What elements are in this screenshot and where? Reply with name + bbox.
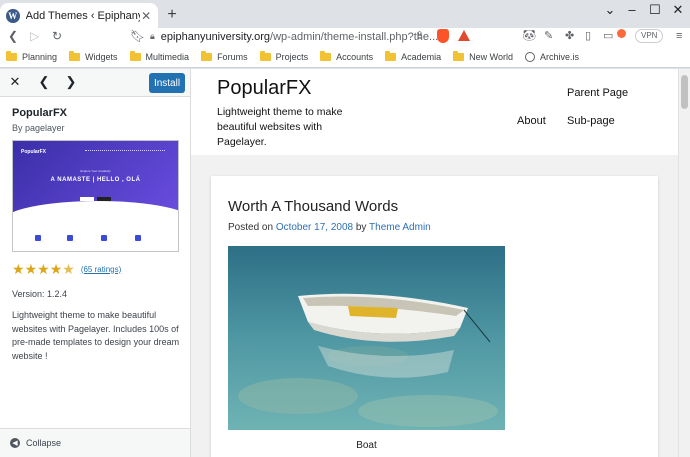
- boat-image: [228, 246, 505, 430]
- folder-icon: [129, 50, 141, 61]
- screenshot-nav: [85, 150, 165, 152]
- folder-icon: [69, 50, 81, 61]
- minimize-icon[interactable]: –: [622, 2, 642, 17]
- browser-toolbar: ❮ ▷ ↻ 🔖︎ 🔒︎ epiphanyuniversity.org/wp-ad…: [0, 28, 690, 46]
- menu-icon[interactable]: ≡: [676, 29, 682, 43]
- post-date-link[interactable]: October 17, 2008: [276, 222, 353, 233]
- feature-icon: [67, 235, 73, 241]
- theme-version: Version: 1.2.4: [12, 289, 68, 299]
- theme-author: By pagelayer: [12, 123, 65, 133]
- next-theme-icon[interactable]: ❯: [64, 75, 78, 89]
- tab-strip: W Add Themes ‹ Epiphany University ✕ + ⌄…: [0, 0, 690, 28]
- bookmark-planning[interactable]: Planning: [6, 50, 57, 62]
- folder-icon: [453, 50, 465, 61]
- reload-icon[interactable]: ↻: [52, 28, 62, 44]
- globe-icon: [525, 51, 536, 62]
- post-author-link[interactable]: Theme Admin: [369, 222, 431, 233]
- previous-theme-icon[interactable]: ❮: [37, 75, 51, 89]
- bookmarks-bar: Planning Widgets Multimedia Forums Proje…: [0, 46, 690, 68]
- bookmark-forums[interactable]: Forums: [201, 50, 248, 62]
- url-text: epiphanyuniversity.org/wp-admin/theme-in…: [160, 30, 439, 43]
- bookmark-archive-is[interactable]: Archive.is: [525, 51, 579, 62]
- collapse-label: Collapse: [26, 438, 62, 448]
- address-bar[interactable]: 🔒︎ epiphanyuniversity.org/wp-admin/theme…: [150, 28, 480, 45]
- bookmark-accounts[interactable]: Accounts: [320, 50, 373, 62]
- screenshot-headline: A NAMASTE | HELLO , OLÁ: [50, 177, 141, 183]
- bookmark-multimedia[interactable]: Multimedia: [129, 50, 189, 62]
- feature-icon: [35, 235, 41, 241]
- maximize-icon[interactable]: ☐: [645, 2, 665, 18]
- bookmark-new-world[interactable]: New World: [453, 50, 513, 62]
- bookmark-widgets[interactable]: Widgets: [69, 50, 118, 62]
- bookmark-projects[interactable]: Projects: [259, 50, 308, 62]
- feature-icon: [135, 235, 141, 241]
- feature-icon: [101, 235, 107, 241]
- panda-extension-icon[interactable]: 🐼︎: [522, 29, 536, 43]
- bookmark-icon[interactable]: 🔖︎: [130, 28, 145, 44]
- half-star-icon: ★: [62, 261, 75, 277]
- site-tagline: Lightweight theme to make beautiful webs…: [217, 106, 343, 148]
- theme-name: PopularFX: [12, 107, 68, 119]
- site-title[interactable]: PopularFX: [217, 77, 312, 100]
- tab-close-icon[interactable]: ✕: [140, 9, 152, 23]
- sidebar-toggle-icon[interactable]: ▯: [585, 29, 591, 43]
- theme-sidebar: ✕ ❮ ❯ Install PopularFX By pagelayer Pop…: [0, 69, 191, 457]
- screenshot-kicker: Explore Your Creativity: [80, 169, 111, 173]
- star-icon: ★: [12, 261, 25, 277]
- screenshot-logo: PopularFX: [21, 149, 47, 155]
- browser-tab[interactable]: W Add Themes ‹ Epiphany University ✕: [0, 3, 158, 28]
- puzzle-icon[interactable]: ✤: [565, 29, 574, 43]
- menu-item-parent-page[interactable]: Parent Page: [567, 87, 628, 99]
- bookmark-academia[interactable]: Academia: [385, 50, 441, 62]
- window-close-icon[interactable]: ✕: [668, 2, 688, 18]
- ratings-link[interactable]: (65 ratings): [81, 265, 121, 274]
- brave-shields-icon[interactable]: [437, 29, 449, 43]
- collapse-button[interactable]: ◀ Collapse: [0, 428, 190, 457]
- boat-illustration: [228, 246, 505, 430]
- screenshot-button: [97, 197, 111, 201]
- tab-title: Add Themes ‹ Epiphany University: [25, 9, 141, 22]
- folder-icon: [259, 50, 271, 61]
- brave-rewards-icon[interactable]: [458, 30, 470, 41]
- post-meta: Posted on October 17, 2008 by Theme Admi…: [228, 222, 431, 233]
- post-title[interactable]: Worth A Thousand Words: [228, 198, 398, 215]
- preview-scrollbar[interactable]: [678, 69, 690, 457]
- site-header: PopularFX Lightweight theme to make beau…: [191, 69, 678, 155]
- star-icon: ★: [37, 261, 50, 277]
- star-rating: ★ ★ ★ ★ ★ (65 ratings): [12, 262, 121, 276]
- wordpress-icon: W: [6, 8, 20, 23]
- post-card: Worth A Thousand Words Posted on October…: [211, 176, 658, 457]
- scrollbar-thumb[interactable]: [681, 75, 688, 109]
- folder-icon: [201, 50, 213, 61]
- new-tab-icon[interactable]: +: [164, 6, 180, 24]
- image-caption: Boat: [356, 440, 377, 451]
- extension-icon[interactable]: ✎: [544, 29, 553, 43]
- menu-item-sub-page[interactable]: Sub-page: [567, 115, 615, 127]
- theme-screenshot: PopularFX Explore Your Creativity A NAMA…: [12, 140, 179, 252]
- theme-preview[interactable]: PopularFX Lightweight theme to make beau…: [191, 69, 690, 457]
- install-button[interactable]: Install: [149, 73, 185, 93]
- notification-badge: [617, 29, 626, 38]
- folder-icon: [320, 50, 332, 61]
- folder-icon: [6, 50, 17, 61]
- collapse-icon: ◀: [10, 438, 20, 448]
- lock-icon: 🔒︎: [150, 31, 155, 41]
- back-icon[interactable]: ❮: [8, 28, 18, 44]
- close-icon[interactable]: ✕: [8, 75, 22, 89]
- forward-icon[interactable]: ▷: [30, 28, 39, 44]
- menu-item-about[interactable]: About: [517, 115, 546, 127]
- share-icon[interactable]: ⇪: [415, 29, 424, 43]
- sidebar-header: ✕ ❮ ❯ Install: [0, 69, 190, 97]
- theme-description: Lightweight theme to make beautiful webs…: [12, 310, 180, 361]
- wallet-icon[interactable]: ▭: [603, 29, 613, 43]
- star-icon: ★: [49, 261, 63, 277]
- star-icon: ★: [24, 261, 38, 277]
- screenshot-button: [80, 197, 94, 201]
- chevron-down-icon[interactable]: ⌄: [600, 2, 620, 18]
- folder-icon: [385, 50, 397, 61]
- vpn-button[interactable]: VPN: [635, 29, 664, 43]
